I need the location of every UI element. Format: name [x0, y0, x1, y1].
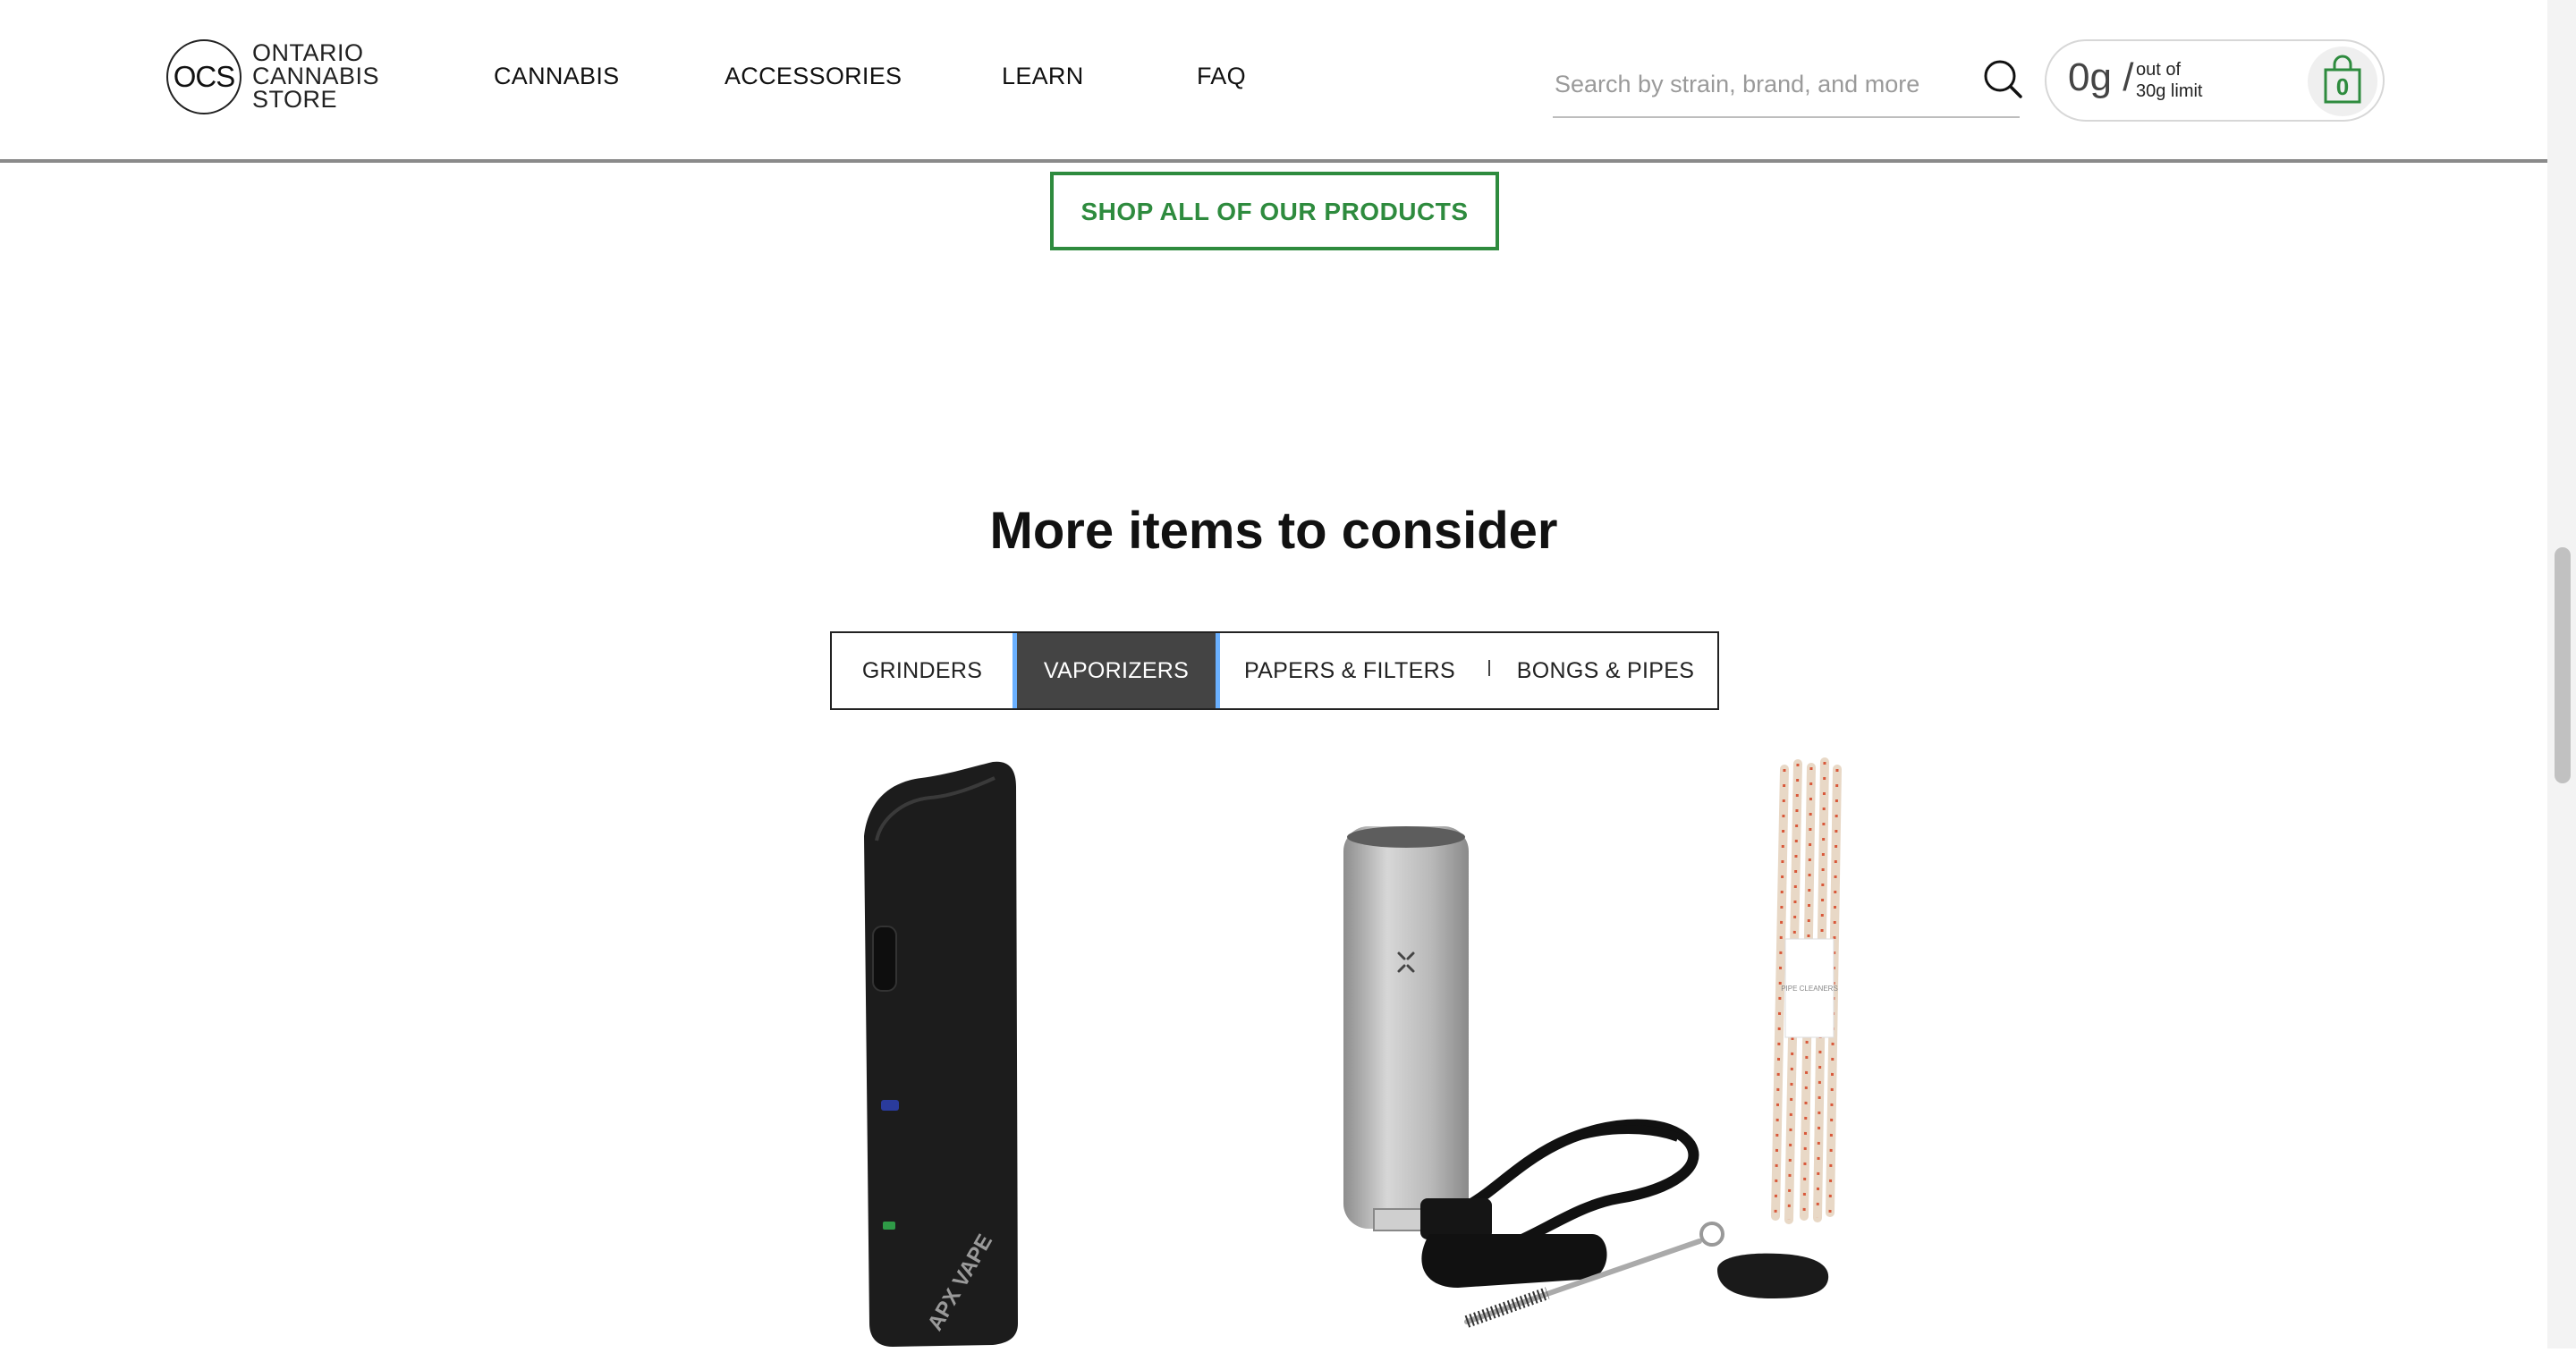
grams-in-cart: 0g /: [2068, 55, 2133, 100]
shop-all-products-button[interactable]: SHOP ALL OF OUR PRODUCTS: [1050, 172, 1499, 250]
search-bar: [1553, 54, 2022, 118]
search-input[interactable]: [1553, 63, 1950, 106]
silver-vaporizer-kit-image: PIPE CLEANERS: [1343, 757, 1842, 1328]
search-icon[interactable]: [1980, 57, 2025, 102]
cart-button[interactable]: 0: [2308, 47, 2377, 116]
logo-word: ONTARIO: [252, 39, 364, 66]
nav-learn[interactable]: LEARN: [1002, 63, 1084, 90]
cart-limit-widget[interactable]: 0g / out of 30g limit 0: [2045, 39, 2385, 122]
grams-slash: /: [2123, 55, 2134, 99]
pipe-cleaners-label: PIPE CLEANERS: [1781, 985, 1838, 993]
scrollbar-thumb[interactable]: [2555, 547, 2571, 783]
section-title: More items to consider: [989, 502, 1558, 560]
tab-bongs-pipes[interactable]: BONGS & PIPES: [1494, 633, 1717, 708]
cart-count: 0: [2335, 73, 2350, 100]
tab-separator: [1488, 660, 1490, 676]
product-card-black-vaporizer[interactable]: APX VAPE: [841, 751, 1055, 1349]
logo-mark: OCS: [166, 39, 242, 114]
tab-vaporizers[interactable]: VAPORIZERS: [1013, 633, 1220, 708]
nav-cannabis[interactable]: CANNABIS: [494, 63, 619, 90]
product-card-silver-vaporizer-kit[interactable]: PIPE CLEANERS: [1324, 751, 1878, 1349]
tab-papers-filters[interactable]: PAPERS & FILTERS: [1220, 633, 1479, 708]
logo-word: CANNABIS: [252, 63, 380, 89]
nav-accessories[interactable]: ACCESSORIES: [724, 63, 902, 90]
black-vaporizer-image: APX VAPE: [864, 761, 1018, 1347]
category-tabs: GRINDERS VAPORIZERS PAPERS & FILTERS BON…: [830, 631, 1719, 710]
logo-word: STORE: [252, 86, 338, 113]
nav-faq[interactable]: FAQ: [1197, 63, 1246, 90]
logo-wordmark: ONTARIO CANNABIS STORE: [252, 39, 380, 113]
ocs-logo[interactable]: OCS ONTARIO CANNABIS STORE: [166, 39, 390, 120]
grams-value: 0g: [2068, 55, 2112, 99]
tab-grinders[interactable]: GRINDERS: [832, 633, 1013, 708]
site-header: OCS ONTARIO CANNABIS STORE CANNABIS ACCE…: [0, 0, 2547, 163]
limit-line-2: 30g limit: [2136, 81, 2203, 101]
limit-line-1: out of: [2136, 60, 2182, 80]
purchase-limit: out of 30g limit: [2136, 59, 2202, 102]
